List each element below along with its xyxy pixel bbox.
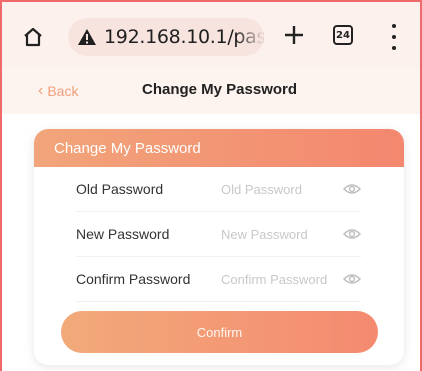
warning-icon[interactable] <box>77 28 97 46</box>
new-password-label: New Password <box>76 226 170 242</box>
eye-icon[interactable] <box>343 226 361 242</box>
eye-icon[interactable] <box>343 181 361 197</box>
confirm-password-row: Confirm Password <box>76 257 361 302</box>
address-bar[interactable]: 192.168.10.1/pass <box>68 18 264 56</box>
chevron-left-icon: ‹ <box>38 82 44 99</box>
app-frame: 192.168.10.1/pass 24 ‹ Back Change My Pa… <box>0 0 422 371</box>
home-icon[interactable] <box>20 24 46 50</box>
browser-toolbar: 192.168.10.1/pass 24 <box>2 2 420 68</box>
confirm-password-input[interactable] <box>221 271 339 287</box>
back-label: Back <box>47 83 79 99</box>
new-password-row: New Password <box>76 212 361 257</box>
new-password-input[interactable] <box>221 226 339 242</box>
card-title: Change My Password <box>54 139 201 157</box>
eye-icon[interactable] <box>343 271 361 287</box>
back-button[interactable]: ‹ Back <box>38 82 78 100</box>
confirm-password-label: Confirm Password <box>76 271 191 287</box>
confirm-button[interactable]: Confirm <box>61 311 378 353</box>
page-title: Change My Password <box>142 81 298 98</box>
tabs-icon[interactable]: 24 <box>333 25 353 45</box>
tab-count: 24 <box>336 29 350 41</box>
old-password-row: Old Password <box>76 167 361 212</box>
plus-icon[interactable] <box>281 22 307 48</box>
confirm-button-label: Confirm <box>196 324 243 340</box>
url-fade <box>236 18 264 56</box>
old-password-input[interactable] <box>221 181 339 197</box>
old-password-label: Old Password <box>76 181 164 197</box>
more-vert-icon[interactable] <box>384 24 404 50</box>
card-header: Change My Password <box>34 129 404 167</box>
app-header: ‹ Back Change My Password <box>2 68 420 114</box>
change-password-card: Change My Password Old Password New Pass… <box>34 129 404 365</box>
